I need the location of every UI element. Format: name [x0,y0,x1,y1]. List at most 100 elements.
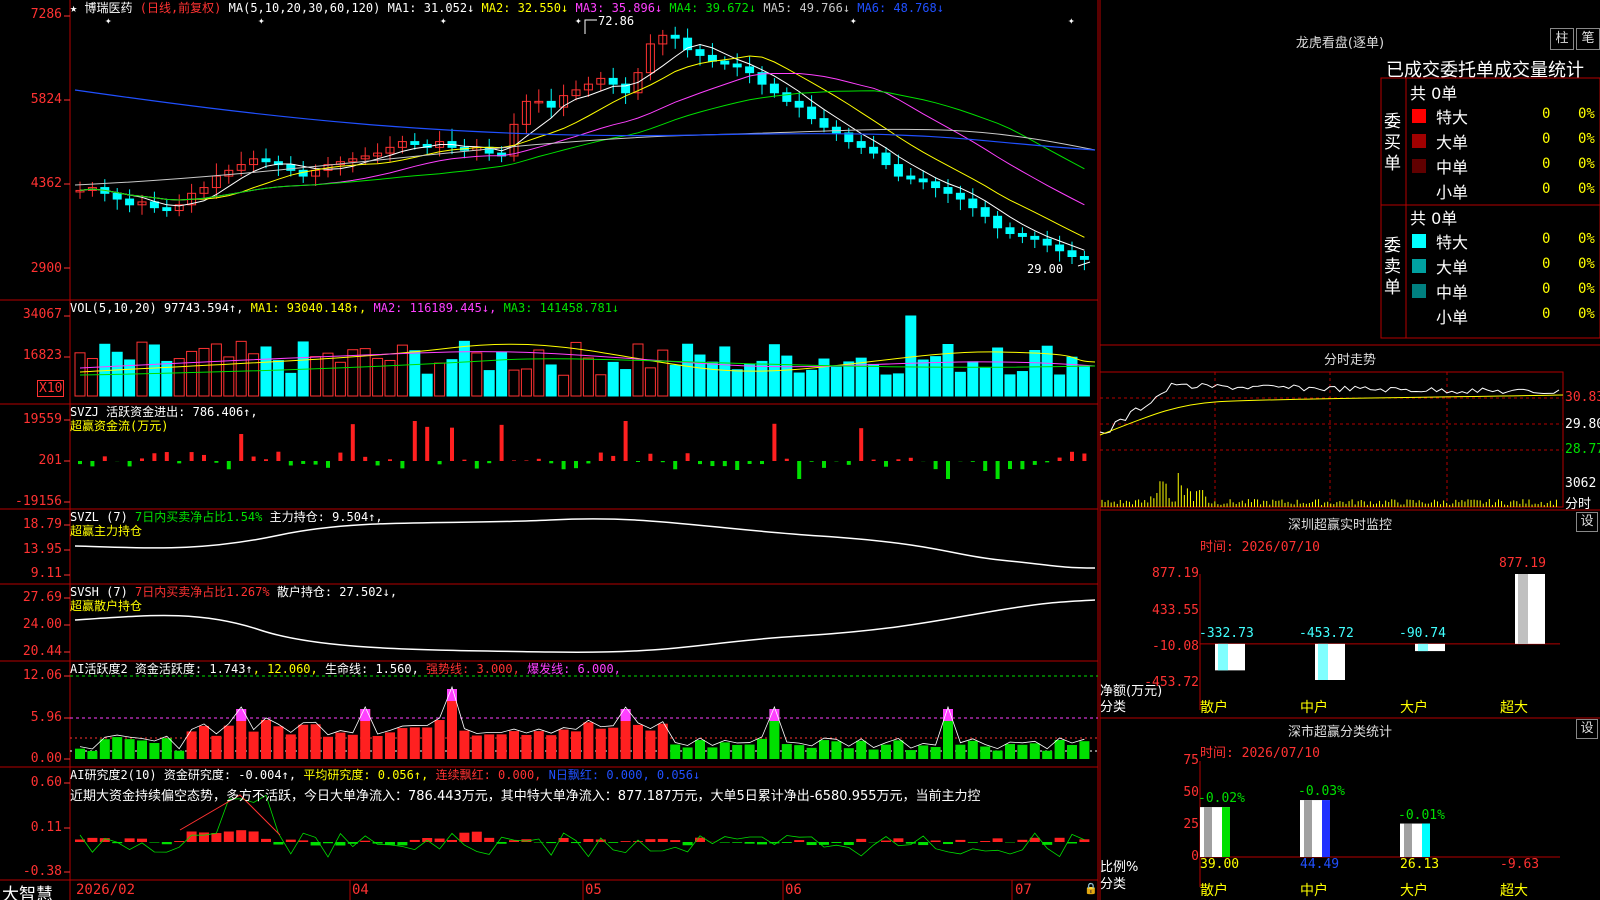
ai-research-avg: 平均研究度: 0.056↑ [303,768,422,782]
monitor-ytick-3: -10.08 [1152,639,1199,654]
vol-prefix: VOL(5,10,20) [70,301,157,315]
ai-research-label: 资金研究度: -0.004↑ [163,768,289,782]
svzl-ytick-2: 13.95 [22,542,62,557]
svzl-label: 主力持仓: 9.504↑, [269,510,383,524]
intraday-avg-line [1099,394,1564,436]
ma2-value: MA2: 32.550↓ [481,1,569,15]
intraday-volume-group [1101,473,1557,507]
monitor-bar [1515,574,1545,644]
right-panel-canvas [1099,0,1600,900]
svzl-sub: 超赢主力持仓 [70,524,143,538]
ai-active-header: AI活跃度2 资金活跃度: 1.743↑, 12.060, 生命线: 1.560… [70,661,621,677]
intraday-unit: 分时 [1565,497,1592,512]
ai-research-cont: 连续飘红: 0.000, [435,768,542,782]
date-tick-4: 06 [785,882,802,898]
kline-header: ★ 博瑞医药 (日线,前复权) MA(5,10,20,30,60,120) MA… [70,0,944,16]
lock-icon[interactable]: 🔒 [1084,882,1098,895]
intraday-ytick-4: 3062 [1565,476,1597,491]
monitor-bar-shade [1318,643,1328,680]
date-tick-2: 04 [352,882,369,898]
ma-prefix: MA(5,10,20,30,60,120) [228,1,381,15]
ai-active-strong: 强势线: 3.000, [426,662,520,676]
bar-mode-button[interactable]: 柱 [1550,28,1574,50]
class-bar-accent [1322,800,1330,857]
sell-color-swatch [1412,284,1426,298]
buy-row-count: 0 [1542,106,1551,122]
sell-row-count: 0 [1542,306,1551,322]
vol-header: VOL(5,10,20) 97743.594↑, MA1: 93040.148↑… [70,301,620,315]
high-price-label: 72.86 [598,14,635,28]
vol-unit-badge[interactable]: X10 [37,380,65,397]
monitor-bar [1315,643,1345,680]
class-bar [1300,800,1330,857]
buy-row-label: 小单 [1436,183,1469,202]
monitor-category-label: 大户 [1400,700,1428,716]
monitor-bar-shade [1418,643,1428,652]
stroke-mode-button[interactable]: 笔 [1576,28,1600,50]
class-settings-button[interactable]: 设 [1576,719,1598,739]
monitor-ytick-1: 877.19 [1152,566,1199,581]
monitor-category-label: 散户 [1200,700,1228,716]
monitor-bar-value: -332.73 [1199,625,1254,641]
svsh-label: 散户持仓: 27.502↓, [276,585,398,599]
class-bar-shade [1204,807,1212,857]
period-mode[interactable]: (日线,前复权) [140,1,222,15]
stock-name[interactable]: 博瑞医药 [84,1,132,15]
sell-row-label: 特大 [1436,233,1469,252]
ai-research-n: N日飘红: 0.000, 0.056↓ [548,768,701,782]
star-icon[interactable]: ★ [70,1,77,15]
sell-total: 共 0单 [1410,209,1458,228]
svzl-ytick-1: 18.79 [22,517,62,532]
class-ytick-4: 0 [1191,849,1199,864]
monitor-settings-button[interactable]: 设 [1576,512,1598,532]
ai-research-ytick-3: -0.38 [22,864,62,879]
ai-active-ytick-3: 0.00 [30,751,62,766]
ma4-value: MA4: 39.672↓ [669,1,757,15]
class-ytick-2: 50 [1183,785,1199,800]
ma6-value: MA6: 48.768↓ [857,1,944,15]
intraday-ytick-2: 29.80 [1565,417,1600,432]
sell-row-pct: 0% [1578,306,1595,322]
buy-row-label: 大单 [1436,133,1469,152]
vol-ytick-2: 16823 [22,348,62,363]
buy-row-pct: 0% [1578,156,1595,172]
sell-row-label: 大单 [1436,258,1469,277]
ma5-value: MA5: 49.766↓ [763,1,851,15]
ai-active-prefix: AI活跃度2 [70,662,128,676]
svzl-ratio: 7日内买卖净占比1.54% [135,510,263,524]
buy-row-count: 0 [1542,156,1551,172]
vol-value: 97743.594↑ [163,301,237,315]
svzj-ytick-2: 201 [38,453,62,468]
buy-row-pct: 0% [1578,131,1595,147]
ai-active-ytick-2: 5.96 [30,710,62,725]
class-bar-value: 26.13 [1400,857,1440,872]
ai-active-v2: , 12.060, [252,662,318,676]
class-bar-delta: -0.03% [1298,784,1345,800]
svsh-prefix: SVSH (7) [70,585,128,599]
buy-color-swatch [1412,184,1426,198]
class-bar-shade [1304,800,1312,857]
buy-color-swatch [1412,109,1426,123]
vol-ma3: MA3: 141458.781↓ [503,301,620,315]
class-bar-accent [1222,807,1230,857]
class-axis-label-2: 分类 [1100,877,1127,892]
ai-active-burst: 爆发线: 6.000, [527,662,621,676]
vol-ytick-1: 34067 [22,307,62,322]
sell-row-count: 0 [1542,256,1551,272]
monitor-bar-shade [1218,643,1228,671]
monitor-category-label: 中户 [1300,700,1328,716]
monitor-bar [1415,643,1445,652]
class-bar-shade [1404,823,1412,857]
class-ytick-1: 75 [1183,753,1199,768]
class-ytick-3: 25 [1183,817,1199,832]
brand-logo[interactable]: 大智慧 [2,880,53,900]
monitor-bar-value: -453.72 [1299,625,1354,641]
svsh-ytick-3: 20.44 [22,644,62,659]
buy-row-count: 0 [1542,181,1551,197]
svzj-ytick-3: -19156 [15,494,62,509]
svzj-label: 活跃资金进出: 786.406↑, [106,405,258,419]
intraday-frame [1099,371,1564,508]
sell-row-pct: 0% [1578,281,1595,297]
sell-color-swatch [1412,259,1426,273]
svzl-prefix: SVZL (7) [70,510,128,524]
